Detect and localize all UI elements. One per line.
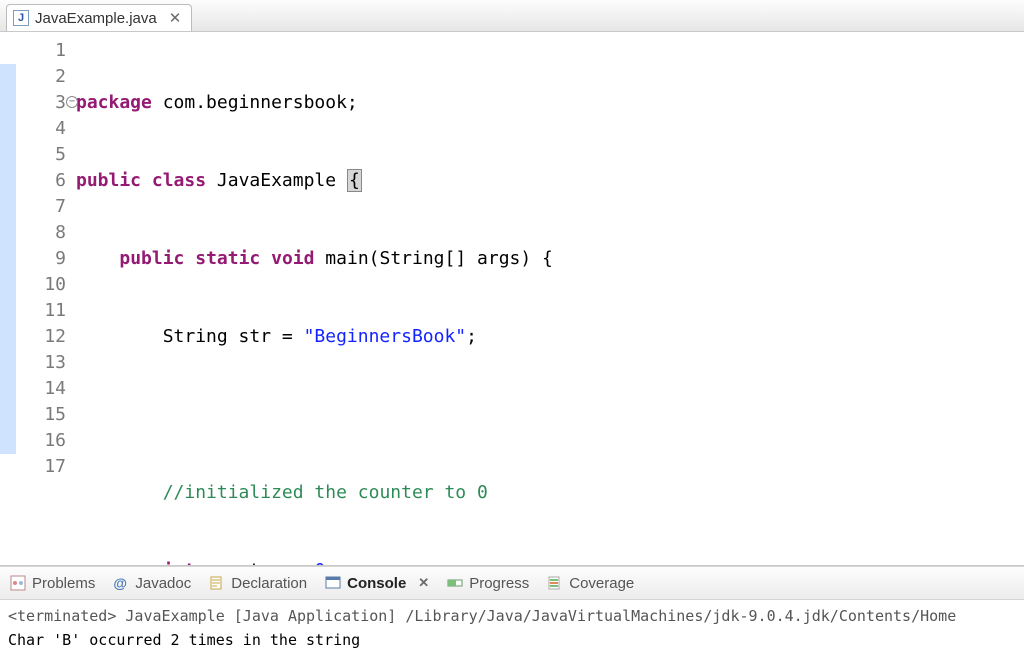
console-header: <terminated> JavaExample [Java Applicati… xyxy=(8,604,1016,628)
tab-javadoc[interactable]: @ Javadoc xyxy=(113,575,191,592)
bottom-view-tabs: Problems @ Javadoc Declaration Console ✕… xyxy=(0,566,1024,600)
close-icon[interactable]: ✕ xyxy=(418,575,429,591)
java-file-icon: J xyxy=(13,10,29,26)
fold-toggle-icon[interactable]: − xyxy=(66,96,78,108)
tab-progress[interactable]: Progress xyxy=(447,575,529,592)
coverage-icon xyxy=(547,575,563,591)
javadoc-icon: @ xyxy=(113,575,129,591)
close-icon[interactable]: ✕ xyxy=(169,9,182,27)
tab-coverage[interactable]: Coverage xyxy=(547,575,634,592)
line-number-gutter: 123−4567891011121314151617 xyxy=(16,38,72,565)
editor-tab-bar: J JavaExample.java ✕ xyxy=(0,0,1024,32)
tab-console[interactable]: Console ✕ xyxy=(325,575,429,592)
tab-filename: JavaExample.java xyxy=(35,10,157,27)
console-output[interactable]: <terminated> JavaExample [Java Applicati… xyxy=(0,600,1024,662)
change-marker-bar xyxy=(0,38,16,565)
tab-problems[interactable]: Problems xyxy=(10,575,95,592)
code-editor[interactable]: 123−4567891011121314151617 package com.b… xyxy=(0,32,1024,566)
tab-declaration[interactable]: Declaration xyxy=(209,575,307,592)
declaration-icon xyxy=(209,575,225,591)
progress-icon xyxy=(447,575,463,591)
editor-tab[interactable]: J JavaExample.java ✕ xyxy=(6,4,192,31)
console-icon xyxy=(325,575,341,591)
code-area[interactable]: package com.beginnersbook; public class … xyxy=(72,38,1024,565)
problems-icon xyxy=(10,575,26,591)
console-line: Char 'B' occurred 2 times in the string xyxy=(8,628,1016,652)
